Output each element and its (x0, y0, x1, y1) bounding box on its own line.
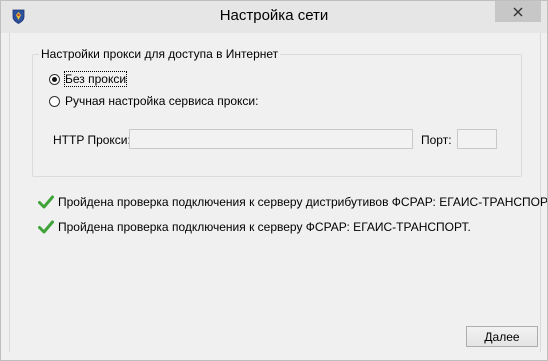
port-input[interactable] (457, 129, 497, 149)
checkmark-icon (38, 195, 54, 209)
radio-manual-proxy-indicator[interactable] (49, 95, 60, 107)
http-proxy-label: HTTP Прокси: (53, 133, 131, 147)
close-icon (513, 7, 523, 16)
status-line-fsrar: Пройдена проверка подключения к серверу … (38, 220, 471, 234)
checkmark-icon (38, 220, 54, 234)
proxy-settings-group: Настройки прокси для доступа в Интернет … (32, 47, 522, 177)
close-button[interactable] (495, 1, 541, 22)
status-text-distrib: Пройдена проверка подключения к серверу … (58, 195, 548, 209)
proxy-group-title: Настройки прокси для доступа в Интернет (39, 47, 281, 61)
status-text-fsrar: Пройдена проверка подключения к серверу … (58, 220, 471, 234)
port-label: Порт: (421, 133, 452, 147)
radio-no-proxy-label[interactable]: Без прокси (63, 71, 128, 87)
title-bar[interactable]: Настройка сети (1, 1, 547, 33)
radio-no-proxy[interactable]: Без прокси (49, 71, 128, 87)
radio-manual-proxy[interactable]: Ручная настройка сервиса прокси: (49, 93, 258, 109)
dialog-body: Настройки прокси для доступа в Интернет … (9, 33, 547, 352)
dialog-window: Настройка сети Настройки прокси для дост… (0, 0, 548, 361)
window-title: Настройка сети (219, 7, 329, 24)
radio-no-proxy-indicator[interactable] (49, 73, 60, 85)
radio-manual-proxy-label[interactable]: Ручная настройка сервиса прокси: (65, 94, 258, 108)
status-line-distrib: Пройдена проверка подключения к серверу … (38, 195, 548, 209)
http-proxy-input[interactable] (129, 129, 413, 149)
next-button[interactable]: Далее (466, 326, 538, 347)
